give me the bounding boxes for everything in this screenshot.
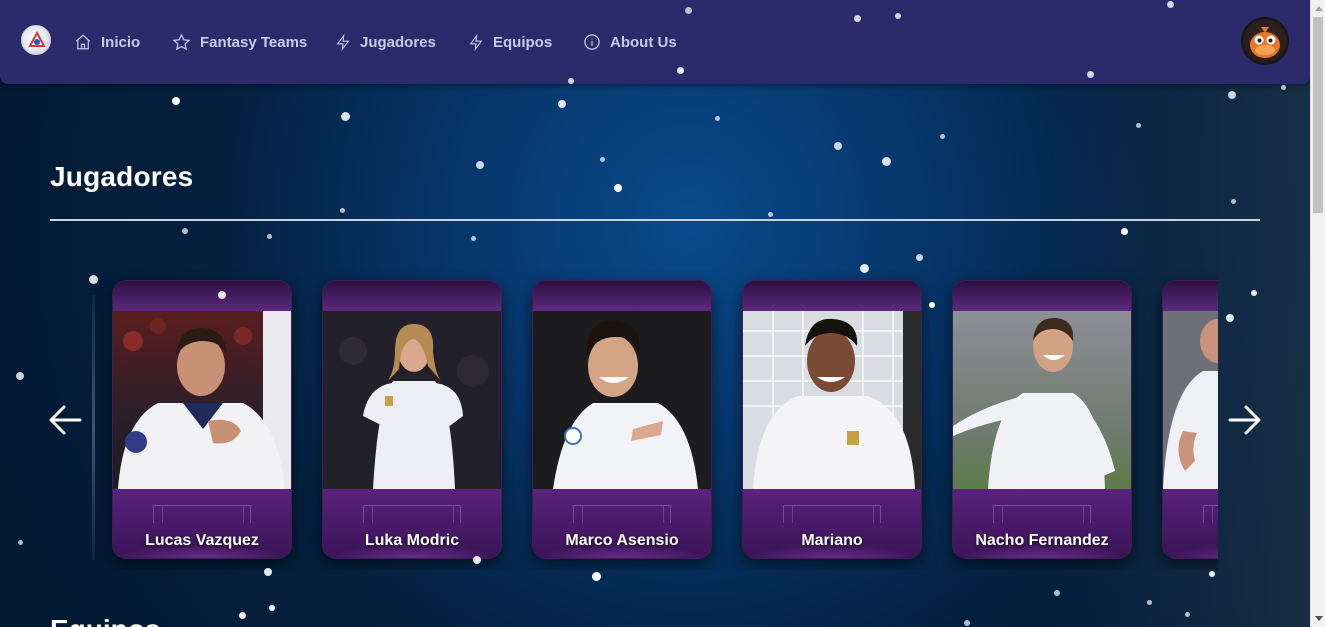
- nav-item-fantasy-teams[interactable]: Fantasy Teams: [172, 31, 307, 53]
- snow-particle: [172, 97, 180, 105]
- snow-particle: [340, 208, 345, 213]
- info-icon: [584, 34, 600, 50]
- snow-particle: [267, 234, 272, 239]
- carousel-next-button[interactable]: [1226, 402, 1262, 438]
- page-scrollbar[interactable]: [1310, 0, 1325, 627]
- player-photo: [743, 311, 921, 489]
- snow-particle: [834, 142, 842, 150]
- player-photo: [1163, 311, 1218, 489]
- bolt-icon: [336, 33, 350, 51]
- top-navbar: Inicio Fantasy Teams Jugadores Equipos A…: [0, 0, 1310, 84]
- app-logo[interactable]: [21, 25, 51, 55]
- nav-item-label: Fantasy Teams: [200, 33, 308, 51]
- snow-particle: [341, 112, 350, 121]
- snow-particle: [614, 184, 622, 192]
- snow-particle: [916, 254, 923, 261]
- nav-item-label: Equipos: [493, 33, 553, 51]
- home-icon: [75, 34, 91, 50]
- player-card[interactable]: [1162, 280, 1218, 559]
- snow-particle: [16, 372, 24, 380]
- snow-particle: [882, 157, 891, 166]
- snow-particle: [182, 228, 188, 234]
- nav-item-label: Jugadores: [360, 33, 436, 51]
- carousel-prev-button[interactable]: [48, 402, 84, 438]
- nav-item-inicio[interactable]: Inicio: [74, 31, 140, 53]
- player-name: Marco Asensio: [565, 532, 679, 549]
- player-photo: [323, 311, 501, 489]
- snow-particle: [964, 620, 970, 626]
- player-photo: [953, 311, 1131, 489]
- player-card[interactable]: Luka Modric: [322, 280, 502, 559]
- players-carousel: Lucas Vazquez Luka Modric Marco Asensio …: [92, 270, 1218, 570]
- section-title-equipos: Equipos: [50, 614, 160, 627]
- snow-particle: [476, 161, 484, 169]
- player-card[interactable]: Nacho Fernandez: [952, 280, 1132, 559]
- player-card[interactable]: Marco Asensio: [532, 280, 712, 559]
- player-photo: [533, 311, 711, 489]
- section-divider: [50, 219, 1260, 221]
- user-avatar[interactable]: [1241, 17, 1289, 65]
- snow-particle: [239, 612, 246, 619]
- nav-item-equipos[interactable]: Equipos: [468, 31, 552, 53]
- snow-particle: [768, 212, 773, 217]
- scroll-down-icon[interactable]: [1315, 616, 1323, 621]
- arrow-right-icon: [1228, 405, 1261, 435]
- star-icon: [172, 33, 191, 50]
- section-title-jugadores: Jugadores: [50, 161, 194, 192]
- snow-particle: [471, 236, 476, 241]
- player-name: Luka Modric: [364, 532, 460, 549]
- player-name: Nacho Fernandez: [975, 532, 1109, 549]
- player-card[interactable]: Lucas Vazquez: [112, 280, 292, 559]
- player-photo: [113, 311, 291, 489]
- snow-particle: [18, 540, 23, 545]
- snow-particle: [715, 116, 720, 121]
- nav-item-jugadores[interactable]: Jugadores: [335, 31, 436, 53]
- player-card[interactable]: Mariano: [742, 280, 922, 559]
- snow-particle: [558, 100, 566, 108]
- snow-particle: [940, 134, 945, 139]
- snow-particle: [269, 605, 275, 611]
- nav-item-label: Inicio: [101, 33, 141, 51]
- nav-item-about-us[interactable]: About Us: [583, 31, 677, 53]
- player-name: Lucas Vazquez: [145, 532, 259, 549]
- snow-particle: [600, 157, 605, 162]
- bolt-icon: [469, 33, 483, 51]
- player-name: Mariano: [801, 532, 863, 549]
- scrollbar-thumb[interactable]: [1313, 17, 1323, 213]
- snow-particle: [592, 572, 601, 581]
- arrow-left-icon: [49, 405, 82, 435]
- scroll-up-icon[interactable]: [1315, 6, 1323, 11]
- nav-item-label: About Us: [610, 33, 677, 51]
